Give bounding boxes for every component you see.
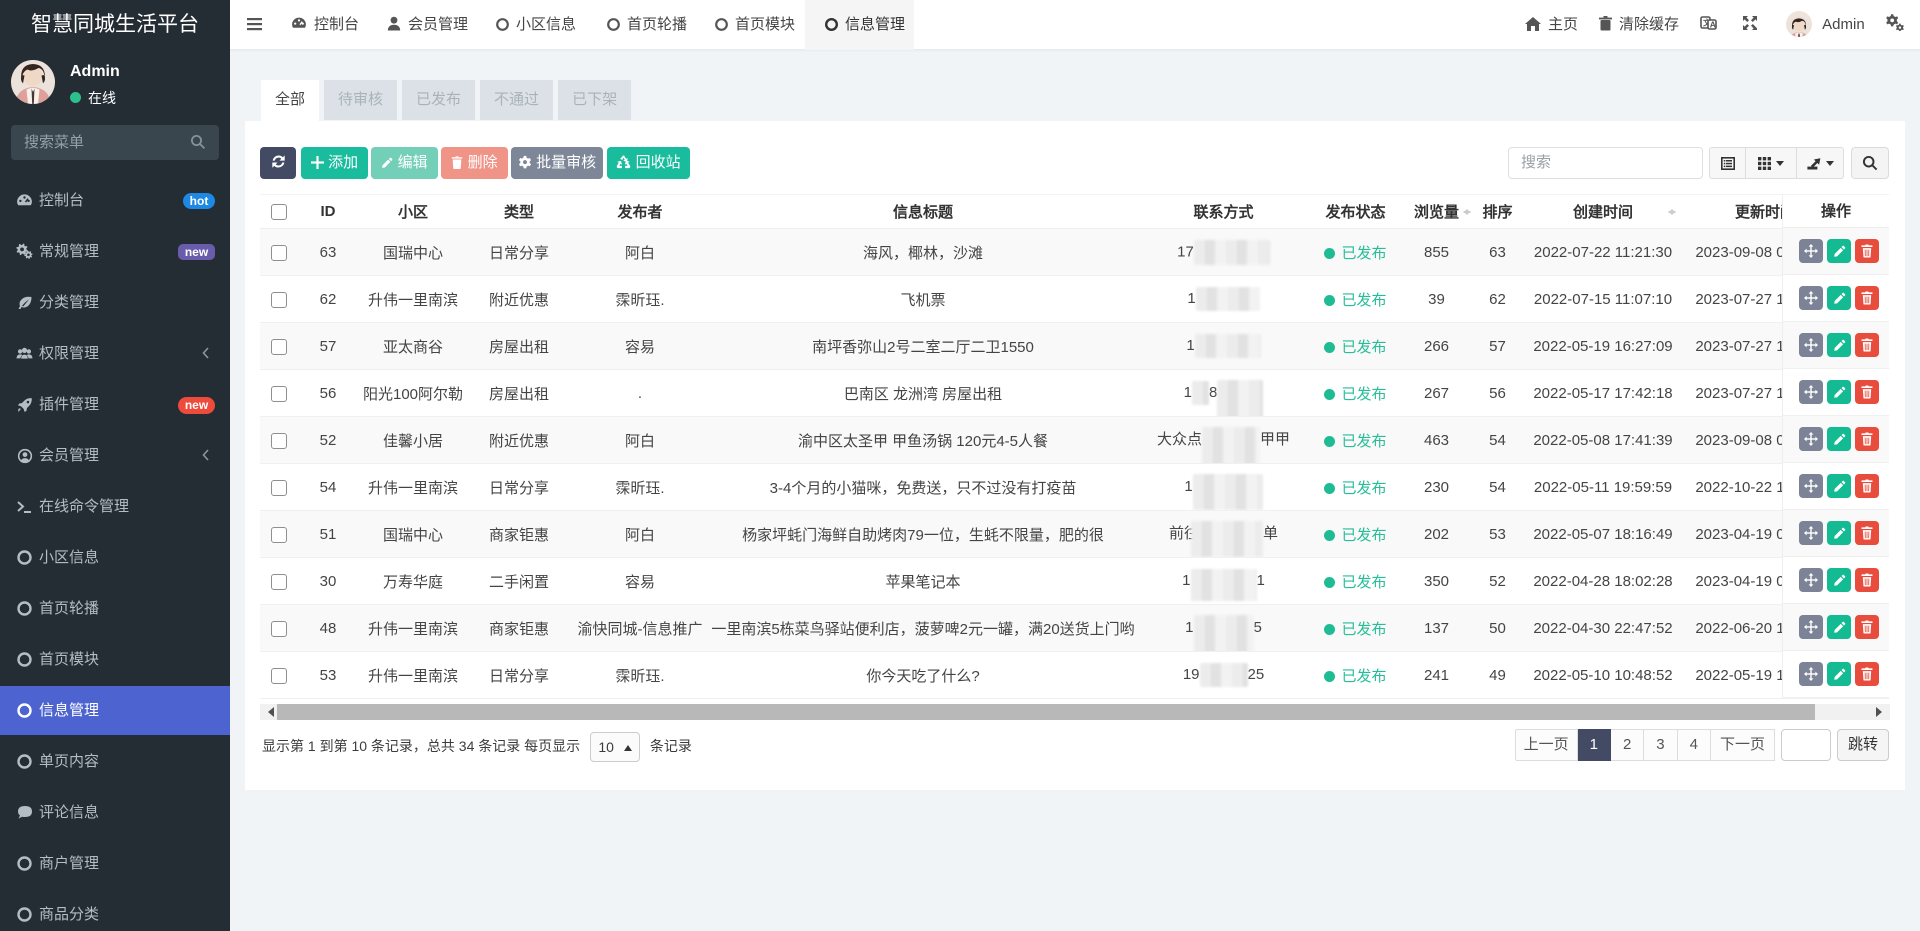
svg-text:A: A — [1710, 19, 1716, 29]
